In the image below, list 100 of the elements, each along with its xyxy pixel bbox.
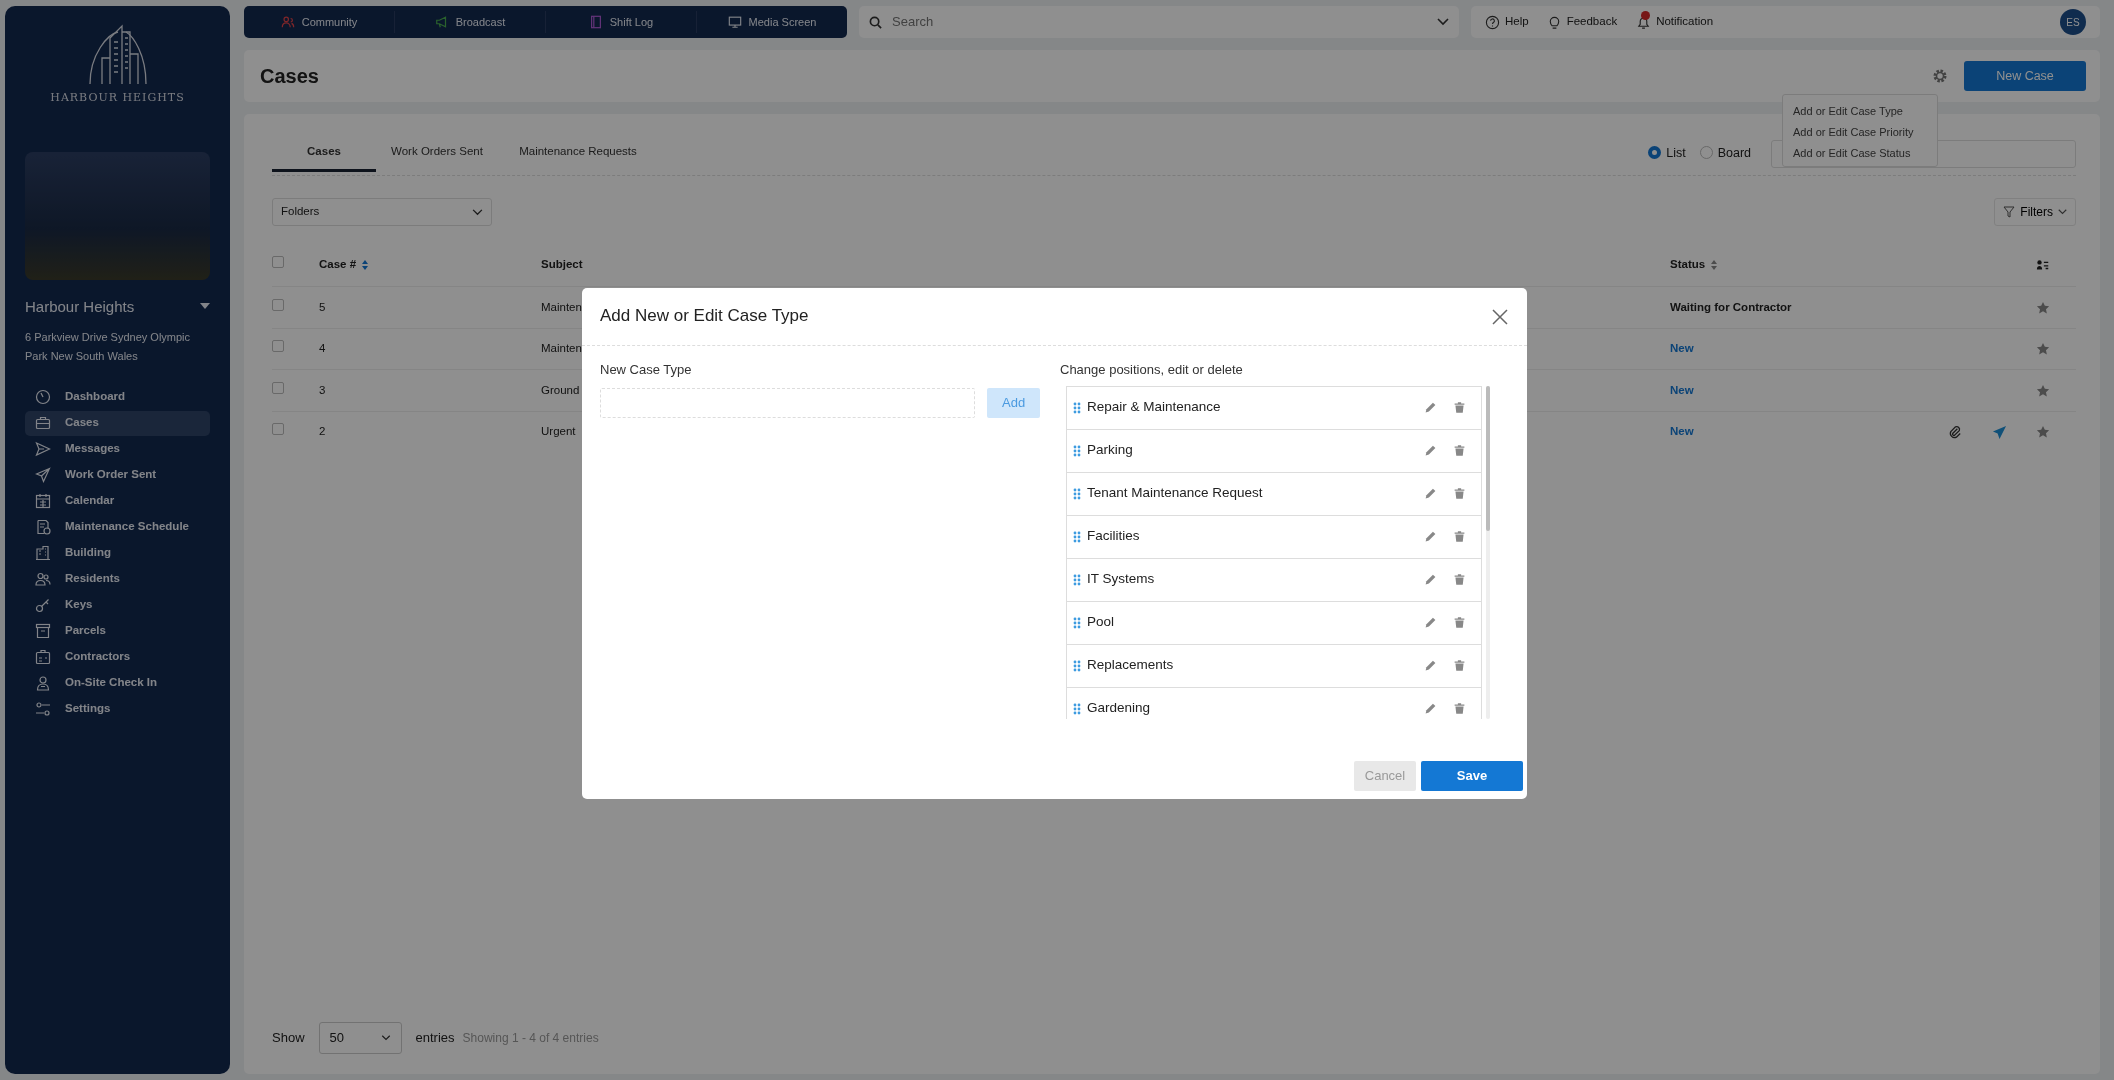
header-link[interactable]: Help — [1485, 13, 1529, 31]
quick-nav-link[interactable]: Community — [244, 11, 395, 33]
pencil-icon — [1424, 659, 1437, 672]
sliders-icon — [35, 701, 51, 717]
gauge-icon — [35, 389, 51, 405]
trash-icon — [1453, 401, 1466, 414]
sidebar-item[interactable]: Work Order Sent — [25, 462, 210, 488]
column-header[interactable]: Status — [1670, 258, 1706, 271]
tab[interactable]: Work Orders Sent — [376, 135, 498, 172]
row-checkbox[interactable] — [272, 340, 284, 353]
menu-item[interactable]: Add or Edit Case Priority — [1783, 120, 1937, 141]
sidebar-item[interactable]: Keys — [25, 592, 210, 618]
sidebar-item[interactable]: Messages — [25, 436, 210, 462]
drag-handle-icon[interactable] — [1073, 530, 1081, 543]
building-logo-icon — [87, 24, 148, 86]
people-icon — [280, 15, 295, 29]
search-input[interactable]: Search — [890, 11, 1429, 33]
paper-plane-icon[interactable] — [1992, 424, 2007, 440]
column-header[interactable]: Subject — [541, 258, 583, 271]
star-icon[interactable] — [2036, 383, 2050, 398]
drag-handle-icon[interactable] — [1073, 616, 1081, 629]
logo-text: HARBOUR HEIGHTS — [50, 90, 185, 106]
menu-item[interactable]: Add or Edit Case Status — [1783, 141, 1937, 162]
property-name[interactable]: Harbour Heights — [25, 295, 135, 318]
id-card-icon — [35, 649, 51, 665]
chevron-down-icon[interactable] — [1437, 18, 1449, 26]
sidebar-item[interactable]: On-Site Check In — [25, 670, 210, 696]
star-icon[interactable] — [2036, 425, 2050, 440]
sidebar-item[interactable]: Maintenance Schedule — [25, 514, 210, 540]
case-type-name: Replacements — [1087, 656, 1175, 675]
settings-icon[interactable] — [1932, 68, 1948, 84]
table-cell: Mainten — [541, 300, 582, 313]
chevron-down-icon — [2058, 209, 2067, 215]
sidebar-item[interactable]: Cases — [25, 410, 210, 436]
row-checkbox[interactable] — [272, 381, 284, 394]
view-radio[interactable]: Board — [1699, 144, 1751, 163]
paper-plane-icon — [35, 467, 51, 483]
header-link[interactable]: Feedback — [1546, 13, 1618, 31]
search-field[interactable]: Search — [859, 6, 1459, 38]
sidebar-item[interactable]: Parcels — [25, 618, 210, 644]
trash-icon — [1453, 487, 1466, 500]
view-radio[interactable]: List — [1648, 144, 1686, 163]
drag-handle-icon[interactable] — [1073, 444, 1081, 457]
case-type-name: Parking — [1087, 441, 1134, 460]
paperclip-icon[interactable] — [1948, 424, 1963, 440]
trash-icon — [1453, 573, 1466, 586]
status-label: New — [1670, 425, 1694, 438]
pencil-icon — [1424, 616, 1437, 629]
sidebar-item[interactable]: Calendar — [25, 488, 210, 514]
user-avatar[interactable]: ES — [2060, 9, 2086, 35]
status-label: New — [1670, 342, 1694, 355]
case-type-name: Repair & Maintenance — [1087, 398, 1222, 417]
table-cell: Urgent — [541, 425, 576, 438]
folders-label: Folders — [281, 204, 320, 220]
sidebar-item[interactable]: Residents — [25, 566, 210, 592]
star-icon[interactable] — [2036, 342, 2050, 357]
tab[interactable]: Cases — [272, 135, 376, 172]
drag-handle-icon[interactable] — [1073, 487, 1081, 500]
caret-down-icon[interactable] — [200, 302, 210, 309]
header-link[interactable]: Notification — [1636, 13, 1714, 31]
row-checkbox[interactable] — [272, 298, 284, 311]
quick-nav-link[interactable]: Shift Log — [546, 11, 697, 33]
row-checkbox[interactable] — [272, 423, 284, 436]
table-cell: Mainten — [541, 342, 582, 355]
drag-handle-icon[interactable] — [1073, 573, 1081, 586]
quick-nav-link[interactable]: Broadcast — [395, 11, 546, 33]
column-header[interactable]: Case # — [319, 258, 357, 271]
close-button[interactable] — [1491, 307, 1509, 326]
filters-button[interactable]: Filters — [1994, 198, 2076, 226]
entries-info: Showing 1 - 4 of 4 entries — [462, 1030, 599, 1047]
trash-icon — [1453, 444, 1466, 457]
menu-item[interactable]: Add or Edit Case Type — [1783, 99, 1937, 120]
folders-select[interactable]: Folders — [272, 198, 492, 226]
search-icon — [869, 15, 882, 29]
star-icon[interactable] — [2036, 300, 2050, 315]
sidebar-item[interactable]: Contractors — [25, 644, 210, 670]
sidebar-item[interactable]: Building — [25, 540, 210, 566]
drag-handle-icon[interactable] — [1073, 659, 1081, 672]
sort-icon[interactable] — [361, 259, 370, 272]
table-cell: 2 — [319, 425, 326, 438]
people-icon — [35, 571, 51, 587]
list-label: Change positions, edit or delete — [1060, 361, 1244, 379]
sidebar-item[interactable]: Dashboard — [25, 384, 210, 410]
sidebar-item[interactable]: Settings — [25, 696, 210, 722]
case-type-name: Gardening — [1087, 699, 1152, 718]
drag-handle-icon[interactable] — [1073, 702, 1081, 715]
page-size-select[interactable]: 50 — [318, 1022, 402, 1054]
save-button[interactable]: Save — [1421, 761, 1523, 791]
case-type-name: IT Systems — [1087, 570, 1156, 589]
case-type-input[interactable] — [600, 387, 976, 418]
scrollbar[interactable] — [1486, 385, 1490, 719]
new-case-button[interactable]: New Case — [1964, 61, 2086, 91]
entries-label: entries — [415, 1029, 455, 1048]
quick-nav-link[interactable]: Media Screen — [697, 11, 847, 33]
tab[interactable]: Maintenance Requests — [498, 135, 658, 172]
drag-handle-icon[interactable] — [1073, 401, 1081, 414]
select-all-checkbox[interactable] — [272, 256, 284, 269]
building-icon — [35, 545, 51, 561]
calendar-icon — [35, 493, 51, 509]
sort-icon[interactable] — [1710, 259, 1719, 272]
